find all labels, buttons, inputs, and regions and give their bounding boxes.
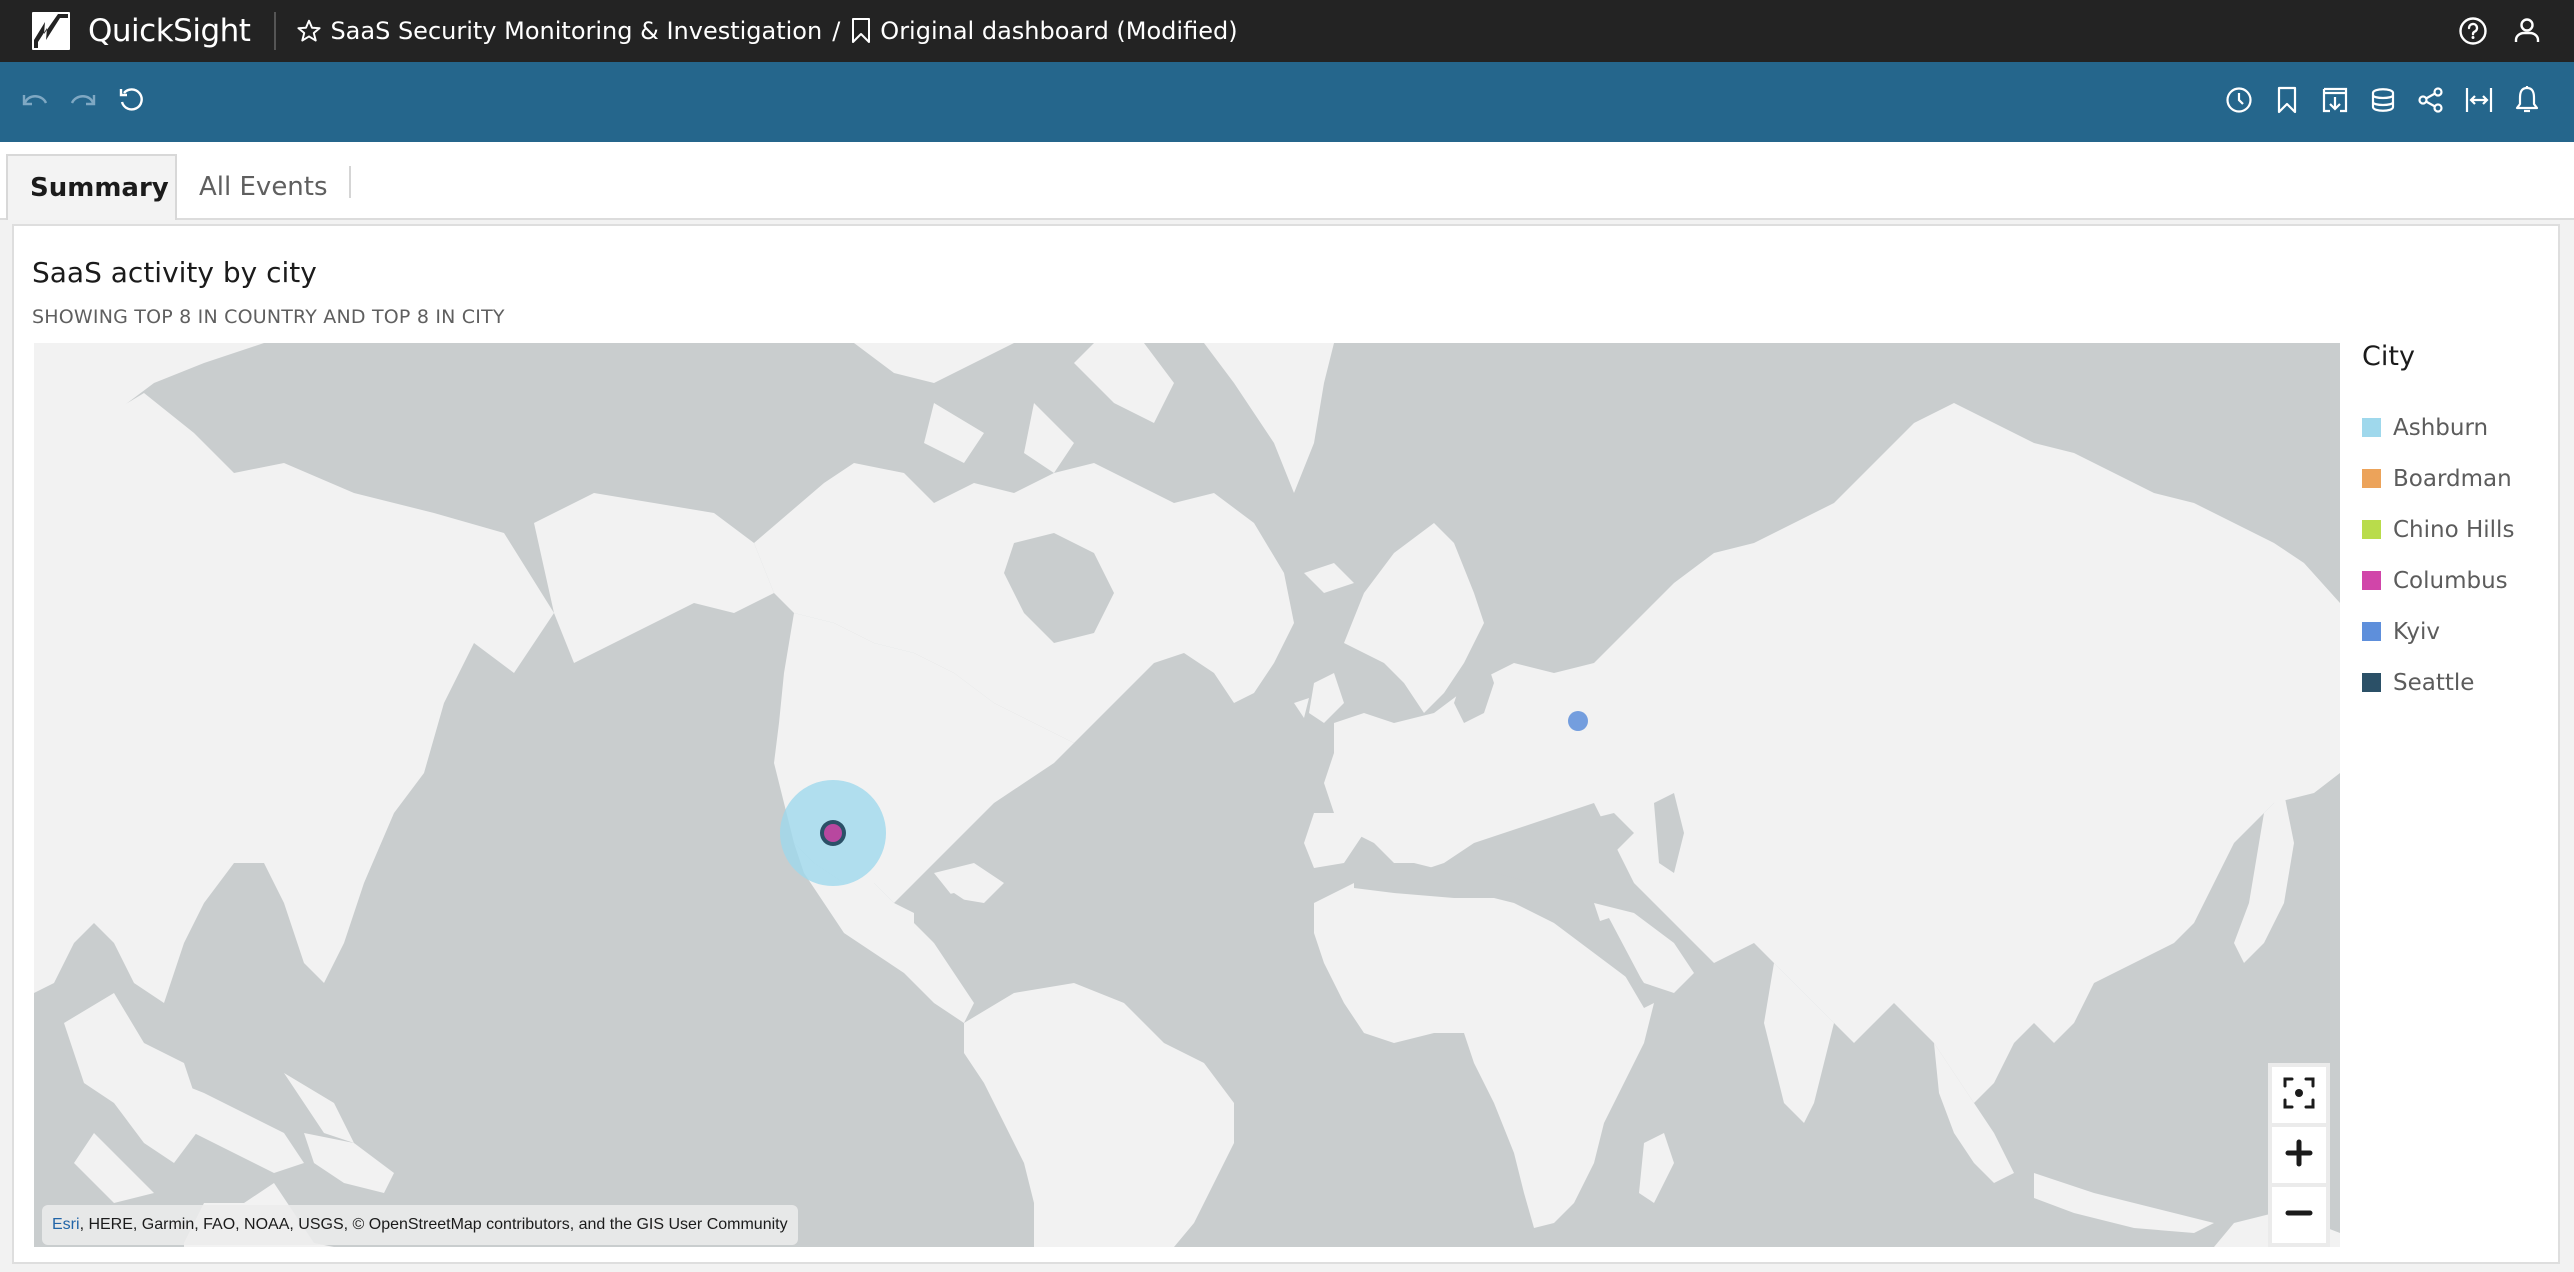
recenter-button[interactable] [2272,1067,2326,1123]
legend-label: Chino Hills [2393,516,2515,543]
breadcrumb: SaaS Security Monitoring & Investigation… [296,17,1238,45]
fit-width-button[interactable] [2462,84,2496,120]
share-button[interactable] [2414,84,2448,120]
legend-swatch [2362,673,2381,692]
download-icon [2321,86,2349,118]
recenter-icon [2282,1076,2316,1114]
data-points-layer [780,711,1588,886]
legend-swatch [2362,520,2381,539]
legend-label: Seattle [2393,669,2475,696]
legend-item-seattle[interactable]: Seattle [2362,657,2542,708]
legend-item-chino-hills[interactable]: Chino Hills [2362,504,2542,555]
divider [274,12,277,50]
tab-summary[interactable]: Summary [6,154,177,220]
undo-button[interactable] [18,84,52,120]
legend-label: Columbus [2393,567,2508,594]
user-icon[interactable] [2510,14,2544,48]
star-icon[interactable] [296,18,322,44]
breadcrumb-divider: / [832,17,841,45]
point-kyiv[interactable] [1568,711,1588,731]
legend-swatch [2362,469,2381,488]
redo-button[interactable] [66,84,100,120]
clock-icon [2225,86,2253,118]
reset-button[interactable] [114,84,148,120]
bookmark-icon [850,17,872,45]
reset-icon [117,86,145,118]
legend-item-columbus[interactable]: Columbus [2362,555,2542,606]
legend-item-kyiv[interactable]: Kyiv [2362,606,2542,657]
legend-label: Kyiv [2393,618,2441,645]
legend-item-ashburn[interactable]: Ashburn [2362,402,2542,453]
legend-swatch [2362,418,2381,437]
dashboard-toolbar [0,62,2574,142]
zoom-in-button[interactable] [2272,1127,2326,1183]
visual-title: SaaS activity by city [32,256,317,289]
bell-icon [2514,85,2540,119]
minus-icon [2285,1199,2313,1231]
legend-label: Boardman [2393,465,2512,492]
database-icon [2370,86,2396,118]
quicksight-logo[interactable]: QuickSight [32,12,251,50]
app-name: QuickSight [88,13,251,49]
visual-subtitle: SHOWING TOP 8 IN COUNTRY AND TOP 8 IN CI… [32,306,505,328]
export-button[interactable] [2318,84,2352,120]
sheet-tabs: Summary All Events [0,142,2574,220]
legend-swatch [2362,622,2381,641]
map-legend: City Ashburn Boardman Chino Hills Columbus K… [2362,341,2542,708]
breadcrumb-analysis[interactable]: SaaS Security Monitoring & Investigation [330,17,822,45]
esri-link[interactable]: Esri [52,1216,80,1234]
schedule-button[interactable] [2222,84,2256,120]
point-map[interactable]: Esri, HERE, Garmin, FAO, NOAA, USGS, © O… [34,343,2340,1247]
legend-swatch [2362,571,2381,590]
top-bar: QuickSight SaaS Security Monitoring & In… [0,0,2574,62]
help-circle-icon[interactable] [2456,14,2490,48]
plus-icon [2285,1139,2313,1171]
visual-card-saas-activity[interactable]: SaaS activity by city SHOWING TOP 8 IN C… [12,224,2560,1264]
legend-item-boardman[interactable]: Boardman [2362,453,2542,504]
point-columbus[interactable] [824,824,842,842]
fit-width-icon [2464,86,2494,118]
dataset-button[interactable] [2366,84,2400,120]
bookmark-icon [2275,86,2299,118]
legend-label: Ashburn [2393,414,2489,441]
share-icon [2417,86,2445,118]
zoom-out-button[interactable] [2272,1187,2326,1243]
alerts-button[interactable] [2510,84,2544,120]
redo-icon [68,89,98,115]
legend-title: City [2362,341,2415,372]
bookmark-button[interactable] [2270,84,2304,120]
tab-all-events[interactable]: All Events [177,154,350,220]
map-zoom-controls [2268,1063,2330,1247]
breadcrumb-dashboard[interactable]: Original dashboard (Modified) [880,17,1237,45]
quicksight-logo-icon [32,12,70,50]
tab-divider [349,166,351,198]
undo-icon [20,89,50,115]
map-attribution: Esri, HERE, Garmin, FAO, NOAA, USGS, © O… [42,1205,798,1245]
attribution-text: , HERE, Garmin, FAO, NOAA, USGS, © OpenS… [79,1216,788,1233]
